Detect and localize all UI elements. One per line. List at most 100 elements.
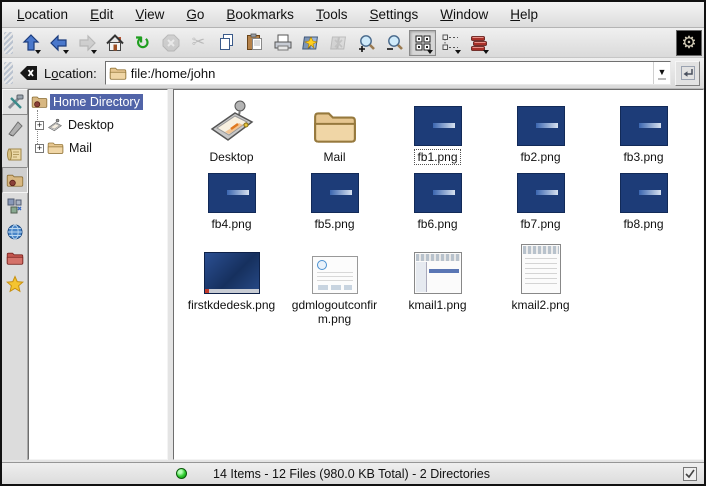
tree-item-home-directory[interactable]: Home Directory [31,92,167,112]
check-flag-icon [685,469,695,479]
clear-location-button[interactable] [16,60,40,86]
detail-view-button[interactable] [465,30,492,56]
location-input[interactable] [127,66,653,81]
file-item-fb1[interactable]: fb1.png [386,94,489,165]
sidebar-configure-button[interactable] [2,89,28,115]
tree-item-desktop[interactable]: + Desktop [31,115,167,135]
reload-icon: ↻ [135,34,150,52]
sidebar-home-directory-button[interactable] [2,167,28,193]
zoom-out-icon [385,33,405,53]
menu-bar: Location Edit View Go Bookmarks Tools Se… [2,2,704,28]
back-button[interactable] [45,30,72,56]
file-item-fb5[interactable]: fb5.png [283,171,386,232]
menu-bookmarks[interactable]: Bookmarks [215,5,305,24]
file-item-fb8[interactable]: fb8.png [592,171,695,232]
active-view-indicator[interactable] [683,467,697,481]
home-folder-icon [31,95,48,109]
thumbnail-image [620,173,668,213]
file-item-firstkdedesk[interactable]: firstkdedesk.png [180,240,283,327]
content-area: Home Directory + Desktop + Mail Desktop [2,89,704,462]
menu-location[interactable]: Location [6,5,79,24]
zoom-in-button[interactable] [353,30,380,56]
sidebar-network-button[interactable] [2,219,28,245]
menu-tools[interactable]: Tools [305,5,359,24]
thumbnail-image [620,106,668,146]
file-item-kmail2[interactable]: kmail2.png [489,240,592,327]
copy-button[interactable] [213,30,240,56]
icon-view-button[interactable] [409,30,436,56]
increase-icon-size-button[interactable] [297,30,324,56]
sidebar-pen-button[interactable] [2,115,28,141]
thumbnail-image [414,252,462,294]
icon-row: Desktop Mail fb1.png fb2.png fb3.png [180,94,703,165]
file-item-gdmlogoutconfirm[interactable]: gdmlogoutconfirm.png [283,240,386,327]
tree-view-icon [442,34,460,52]
tree-item-label: Mail [66,140,95,156]
sidebar-services-button[interactable] [2,193,28,219]
forward-button[interactable] [73,30,100,56]
location-toolbar: Location: ▼ [2,58,704,89]
file-label: fb8.png [620,216,666,232]
file-item-desktop[interactable]: Desktop [180,94,283,165]
file-item-fb4[interactable]: fb4.png [180,171,283,232]
menu-help[interactable]: Help [499,5,549,24]
home-button[interactable] [101,30,128,56]
main-toolbar: ↻ ✂ [2,28,704,58]
file-label: fb2.png [517,149,563,165]
konqueror-window: Location Edit View Go Bookmarks Tools Se… [0,0,706,486]
file-item-fb6[interactable]: fb6.png [386,171,489,232]
print-button[interactable] [269,30,296,56]
thumbnail-image [208,173,256,213]
home-icon [105,33,125,53]
menu-view[interactable]: View [124,5,175,24]
tree-view-button[interactable] [437,30,464,56]
location-label: Location: [44,66,97,81]
bookmark-star-icon [6,275,24,293]
go-button[interactable] [675,61,700,86]
clear-location-icon [19,65,38,81]
icon-row: fb4.png fb5.png fb6.png fb7.png fb8.png [180,171,703,232]
pen-icon [6,119,24,137]
sidebar-bookmarks-button[interactable] [2,271,28,297]
folder-icon [109,66,127,81]
file-label-selected: fb1.png [414,149,460,165]
icon-view-icon [414,34,432,52]
file-label: Desktop [206,149,256,165]
location-combobox: ▼ [105,61,671,85]
tree-item-label: Home Directory [50,94,143,110]
file-item-kmail1[interactable]: kmail1.png [386,240,489,327]
sidebar-history-button[interactable] [2,141,28,167]
reload-button[interactable]: ↻ [129,30,156,56]
expander-plus-icon[interactable]: + [35,121,44,130]
location-toolbar-grip[interactable] [4,62,13,84]
file-item-fb7[interactable]: fb7.png [489,171,592,232]
location-dropdown-button[interactable]: ▼ [653,62,670,84]
decrease-icon-size-button[interactable] [325,30,352,56]
paste-button[interactable] [241,30,268,56]
printer-icon [273,33,293,53]
file-label: fb6.png [414,216,460,232]
menu-edit[interactable]: Edit [79,5,124,24]
menu-go[interactable]: Go [175,5,215,24]
zoom-out-button[interactable] [381,30,408,56]
file-label: kmail1.png [405,297,469,313]
desktop-icon [47,118,63,132]
sidebar-tabstrip [2,89,28,460]
file-item-fb3[interactable]: fb3.png [592,94,695,165]
up-button[interactable] [17,30,44,56]
thumbnail-image [204,252,260,294]
folder-icon [47,141,64,155]
sidebar-root-folder-button[interactable] [2,245,28,271]
menu-window[interactable]: Window [429,5,499,24]
cut-button[interactable]: ✂ [185,30,212,56]
stop-button[interactable] [157,30,184,56]
tree-item-mail[interactable]: + Mail [31,138,167,158]
file-item-mail[interactable]: Mail [283,94,386,165]
file-item-fb2[interactable]: fb2.png [489,94,592,165]
toolbar-grip[interactable] [4,32,13,54]
expander-plus-icon[interactable]: + [35,144,44,153]
thumbnail-image [414,106,462,146]
menu-settings[interactable]: Settings [358,5,429,24]
konqueror-throbber[interactable]: ⚙ [676,30,702,56]
status-bar: 14 Items - 12 Files (980.0 KB Total) - 2… [2,462,704,484]
